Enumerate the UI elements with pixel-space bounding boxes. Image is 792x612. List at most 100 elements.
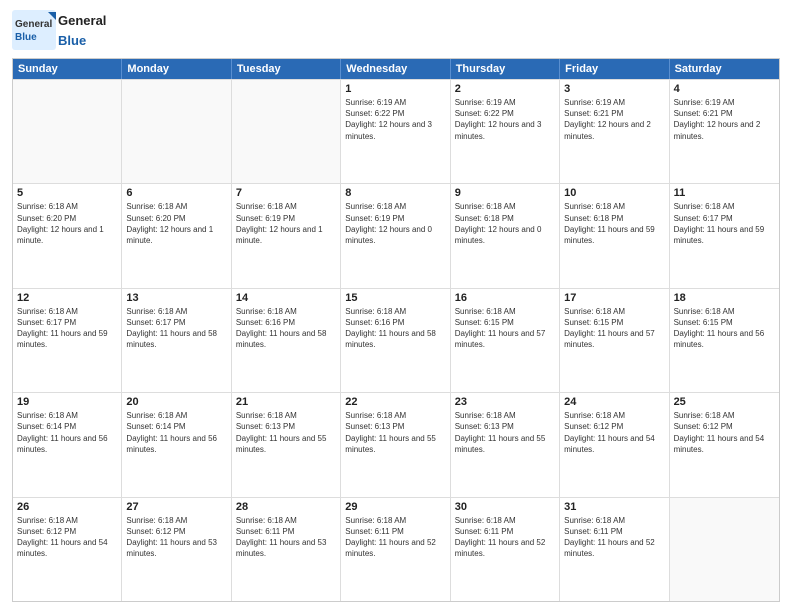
cell-day-number: 30 <box>455 501 555 513</box>
cell-day-number: 27 <box>126 501 226 513</box>
cell-info: Sunrise: 6:18 AM Sunset: 6:11 PM Dayligh… <box>345 515 445 560</box>
cell-day-number: 15 <box>345 292 445 304</box>
page: General Blue GeneralBlue SundayMondayTue… <box>0 0 792 612</box>
cell-day-number: 9 <box>455 187 555 199</box>
cell-info: Sunrise: 6:18 AM Sunset: 6:12 PM Dayligh… <box>17 515 117 560</box>
day-header-sunday: Sunday <box>13 59 122 79</box>
cell-info: Sunrise: 6:18 AM Sunset: 6:15 PM Dayligh… <box>455 306 555 351</box>
cal-cell-12: 12 Sunrise: 6:18 AM Sunset: 6:17 PM Dayli… <box>13 289 122 392</box>
cell-info: Sunrise: 6:18 AM Sunset: 6:13 PM Dayligh… <box>236 410 336 455</box>
cal-cell-27: 27 Sunrise: 6:18 AM Sunset: 6:12 PM Dayli… <box>122 498 231 601</box>
cell-info: Sunrise: 6:18 AM Sunset: 6:18 PM Dayligh… <box>455 201 555 246</box>
cell-day-number: 16 <box>455 292 555 304</box>
calendar-header: SundayMondayTuesdayWednesdayThursdayFrid… <box>13 59 779 79</box>
cell-info: Sunrise: 6:18 AM Sunset: 6:16 PM Dayligh… <box>236 306 336 351</box>
cal-cell-9: 9 Sunrise: 6:18 AM Sunset: 6:18 PM Daylig… <box>451 184 560 287</box>
cal-cell-17: 17Sunrise: 6:18 AM Sunset: 6:15 PM Dayli… <box>560 289 669 392</box>
cell-day-number: 4 <box>674 83 775 95</box>
cal-cell-6: 6 Sunrise: 6:18 AM Sunset: 6:20 PM Daylig… <box>122 184 231 287</box>
day-header-monday: Monday <box>122 59 231 79</box>
cal-cell-23: 23 Sunrise: 6:18 AM Sunset: 6:13 PM Dayli… <box>451 393 560 496</box>
cal-cell-26: 26 Sunrise: 6:18 AM Sunset: 6:12 PM Dayli… <box>13 498 122 601</box>
cal-cell-8: 8Sunrise: 6:18 AM Sunset: 6:19 PM Daylig… <box>341 184 450 287</box>
cal-row-0: 1 Sunrise: 6:19 AM Sunset: 6:22 PM Daylig… <box>13 79 779 183</box>
cal-cell-29: 29 Sunrise: 6:18 AM Sunset: 6:11 PM Dayli… <box>341 498 450 601</box>
cell-day-number: 28 <box>236 501 336 513</box>
cell-info: Sunrise: 6:18 AM Sunset: 6:14 PM Dayligh… <box>126 410 226 455</box>
cell-info: Sunrise: 6:18 AM Sunset: 6:18 PM Dayligh… <box>564 201 664 246</box>
cell-info: Sunrise: 6:18 AM Sunset: 6:17 PM Dayligh… <box>17 306 117 351</box>
cell-info: Sunrise: 6:18 AM Sunset: 6:15 PM Dayligh… <box>674 306 775 351</box>
cal-cell-20: 20 Sunrise: 6:18 AM Sunset: 6:14 PM Dayli… <box>122 393 231 496</box>
cell-day-number: 2 <box>455 83 555 95</box>
cell-day-number: 5 <box>17 187 117 199</box>
cell-info: Sunrise: 6:19 AM Sunset: 6:22 PM Dayligh… <box>455 97 555 142</box>
logo: General Blue GeneralBlue <box>12 10 106 50</box>
cal-cell-empty-4-6 <box>670 498 779 601</box>
cal-cell-5: 5 Sunrise: 6:18 AM Sunset: 6:20 PM Daylig… <box>13 184 122 287</box>
cal-cell-24: 24Sunrise: 6:18 AM Sunset: 6:12 PM Dayli… <box>560 393 669 496</box>
cal-cell-28: 28 Sunrise: 6:18 AM Sunset: 6:11 PM Dayli… <box>232 498 341 601</box>
day-header-wednesday: Wednesday <box>341 59 450 79</box>
cal-cell-13: 13 Sunrise: 6:18 AM Sunset: 6:17 PM Dayli… <box>122 289 231 392</box>
cell-info: Sunrise: 6:18 AM Sunset: 6:13 PM Dayligh… <box>455 410 555 455</box>
cal-cell-empty-0-0 <box>13 80 122 183</box>
cell-day-number: 31 <box>564 501 664 513</box>
cell-info: Sunrise: 6:18 AM Sunset: 6:11 PM Dayligh… <box>236 515 336 560</box>
cal-cell-15: 15Sunrise: 6:18 AM Sunset: 6:16 PM Dayli… <box>341 289 450 392</box>
cell-info: Sunrise: 6:18 AM Sunset: 6:13 PM Dayligh… <box>345 410 445 455</box>
cell-day-number: 1 <box>345 83 445 95</box>
cal-cell-30: 30Sunrise: 6:18 AM Sunset: 6:11 PM Dayli… <box>451 498 560 601</box>
cell-day-number: 24 <box>564 396 664 408</box>
cell-day-number: 19 <box>17 396 117 408</box>
cell-info: Sunrise: 6:18 AM Sunset: 6:20 PM Dayligh… <box>126 201 226 246</box>
day-header-thursday: Thursday <box>451 59 560 79</box>
cell-day-number: 14 <box>236 292 336 304</box>
cal-cell-11: 11Sunrise: 6:18 AM Sunset: 6:17 PM Dayli… <box>670 184 779 287</box>
cell-info: Sunrise: 6:18 AM Sunset: 6:17 PM Dayligh… <box>126 306 226 351</box>
calendar: SundayMondayTuesdayWednesdayThursdayFrid… <box>12 58 780 602</box>
day-header-saturday: Saturday <box>670 59 779 79</box>
cell-day-number: 17 <box>564 292 664 304</box>
cal-row-1: 5 Sunrise: 6:18 AM Sunset: 6:20 PM Daylig… <box>13 183 779 287</box>
cell-info: Sunrise: 6:18 AM Sunset: 6:19 PM Dayligh… <box>236 201 336 246</box>
cal-cell-empty-0-2 <box>232 80 341 183</box>
cal-cell-4: 4 Sunrise: 6:19 AM Sunset: 6:21 PM Daylig… <box>670 80 779 183</box>
cell-info: Sunrise: 6:18 AM Sunset: 6:12 PM Dayligh… <box>674 410 775 455</box>
cell-day-number: 26 <box>17 501 117 513</box>
logo-icon: General Blue <box>12 10 56 50</box>
cal-cell-empty-0-1 <box>122 80 231 183</box>
cell-day-number: 6 <box>126 187 226 199</box>
cell-info: Sunrise: 6:18 AM Sunset: 6:19 PM Dayligh… <box>345 201 445 246</box>
cell-day-number: 29 <box>345 501 445 513</box>
cell-day-number: 23 <box>455 396 555 408</box>
cell-info: Sunrise: 6:19 AM Sunset: 6:21 PM Dayligh… <box>564 97 664 142</box>
cell-day-number: 3 <box>564 83 664 95</box>
cell-info: Sunrise: 6:18 AM Sunset: 6:14 PM Dayligh… <box>17 410 117 455</box>
cal-cell-22: 22 Sunrise: 6:18 AM Sunset: 6:13 PM Dayli… <box>341 393 450 496</box>
cal-cell-31: 31 Sunrise: 6:18 AM Sunset: 6:11 PM Dayli… <box>560 498 669 601</box>
header: General Blue GeneralBlue <box>12 10 780 50</box>
cell-day-number: 25 <box>674 396 775 408</box>
cal-cell-7: 7 Sunrise: 6:18 AM Sunset: 6:19 PM Daylig… <box>232 184 341 287</box>
cal-cell-14: 14 Sunrise: 6:18 AM Sunset: 6:16 PM Dayli… <box>232 289 341 392</box>
cal-cell-25: 25 Sunrise: 6:18 AM Sunset: 6:12 PM Dayli… <box>670 393 779 496</box>
logo-text: GeneralBlue <box>58 10 106 50</box>
cal-cell-2: 2 Sunrise: 6:19 AM Sunset: 6:22 PM Daylig… <box>451 80 560 183</box>
cell-day-number: 13 <box>126 292 226 304</box>
cell-day-number: 12 <box>17 292 117 304</box>
cell-day-number: 22 <box>345 396 445 408</box>
cell-day-number: 20 <box>126 396 226 408</box>
cal-cell-1: 1Sunrise: 6:19 AM Sunset: 6:22 PM Daylig… <box>341 80 450 183</box>
cell-info: Sunrise: 6:18 AM Sunset: 6:11 PM Dayligh… <box>564 515 664 560</box>
cal-cell-16: 16 Sunrise: 6:18 AM Sunset: 6:15 PM Dayli… <box>451 289 560 392</box>
cell-info: Sunrise: 6:19 AM Sunset: 6:21 PM Dayligh… <box>674 97 775 142</box>
day-header-tuesday: Tuesday <box>232 59 341 79</box>
cell-info: Sunrise: 6:18 AM Sunset: 6:20 PM Dayligh… <box>17 201 117 246</box>
cell-info: Sunrise: 6:18 AM Sunset: 6:12 PM Dayligh… <box>126 515 226 560</box>
cal-cell-3: 3 Sunrise: 6:19 AM Sunset: 6:21 PM Daylig… <box>560 80 669 183</box>
cal-row-4: 26 Sunrise: 6:18 AM Sunset: 6:12 PM Dayli… <box>13 497 779 601</box>
cell-day-number: 21 <box>236 396 336 408</box>
cal-cell-21: 21 Sunrise: 6:18 AM Sunset: 6:13 PM Dayli… <box>232 393 341 496</box>
cell-day-number: 7 <box>236 187 336 199</box>
